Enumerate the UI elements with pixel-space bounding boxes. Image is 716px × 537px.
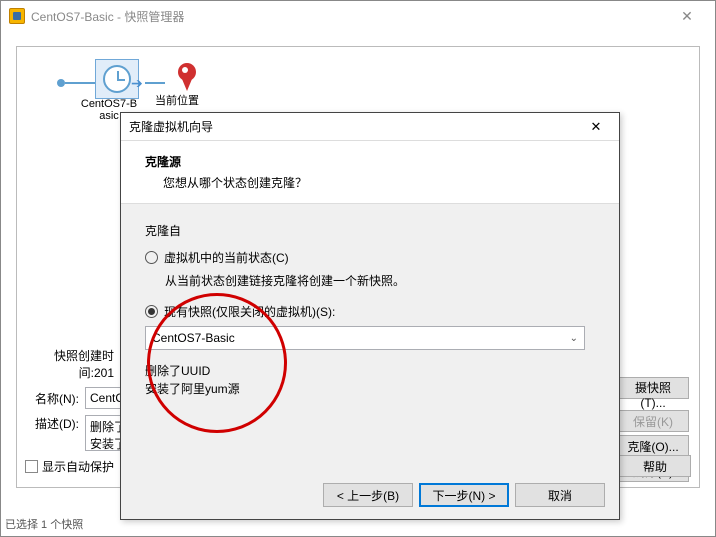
app-icon [9,8,25,24]
status-bar: 已选择 1 个快照 [5,516,83,532]
current-state-note: 从当前状态创建链接克隆将创建一个新快照。 [145,272,595,289]
description-label: 描述(D): [25,415,85,432]
next-button[interactable]: 下一步(N) > [419,483,509,507]
radio-current-label: 虚拟机中的当前状态(C) [164,249,289,266]
radio-icon [145,251,158,264]
name-label: 名称(N): [25,390,85,407]
dialog-titlebar: 克隆虚拟机向导 ✕ [121,113,619,141]
timeline-start-dot [57,79,65,87]
created-time-label: 快照创建时间:201 [25,347,120,381]
snapshot-select-value: CentOS7-Basic [152,331,235,345]
dialog-title: 克隆虚拟机向导 [129,118,581,135]
back-button[interactable]: < 上一步(B) [323,483,413,507]
current-location-pin-icon[interactable] [177,63,197,91]
snapshot-clock-icon[interactable] [103,65,131,93]
snapshot-description: 删除了UUID 安装了阿里yum源 [145,362,595,398]
radio-current-state[interactable]: 虚拟机中的当前状态(C) [145,249,595,266]
arrow-icon: ➔ [131,75,143,92]
autoprotect-checkbox[interactable] [25,460,38,473]
timeline-line [65,82,95,84]
dialog-header: 克隆源 您想从哪个状态创建克隆？ [121,141,619,204]
radio-snapshot-label: 现有快照(仅限关闭的虚拟机)(S): [164,303,335,320]
dialog-subheading: 您想从哪个状态创建克隆？ [145,174,595,191]
current-location-label: 当前位置 [147,95,207,107]
take-snapshot-button[interactable]: 摄快照(T)... [617,377,689,399]
chevron-down-icon: ⌄ [570,333,578,344]
snapshot-select[interactable]: CentOS7-Basic ⌄ [145,326,585,350]
timeline-line [145,82,165,84]
clone-wizard-dialog: 克隆虚拟机向导 ✕ 克隆源 您想从哪个状态创建克隆？ 克隆自 虚拟机中的当前状态… [120,112,620,520]
help-button[interactable]: 帮助 [619,455,691,477]
cancel-button[interactable]: 取消 [515,483,605,507]
dialog-heading: 克隆源 [145,153,595,170]
dialog-buttons: < 上一步(B) 下一步(N) > 取消 [323,483,605,507]
window-title: CentOS7-Basic - 快照管理器 [31,8,667,25]
radio-existing-snapshot[interactable]: 现有快照(仅限关闭的虚拟机)(S): [145,303,595,320]
titlebar: CentOS7-Basic - 快照管理器 ✕ [1,1,715,31]
keep-button: 保留(K) [617,410,689,432]
dialog-body: 克隆自 虚拟机中的当前状态(C) 从当前状态创建链接克隆将创建一个新快照。 现有… [121,204,619,416]
clone-from-label: 克隆自 [145,222,595,239]
radio-icon [145,305,158,318]
close-icon[interactable]: ✕ [667,8,707,25]
dialog-close-icon[interactable]: ✕ [581,119,611,135]
autoprotect-label: 显示自动保护 [42,458,114,475]
